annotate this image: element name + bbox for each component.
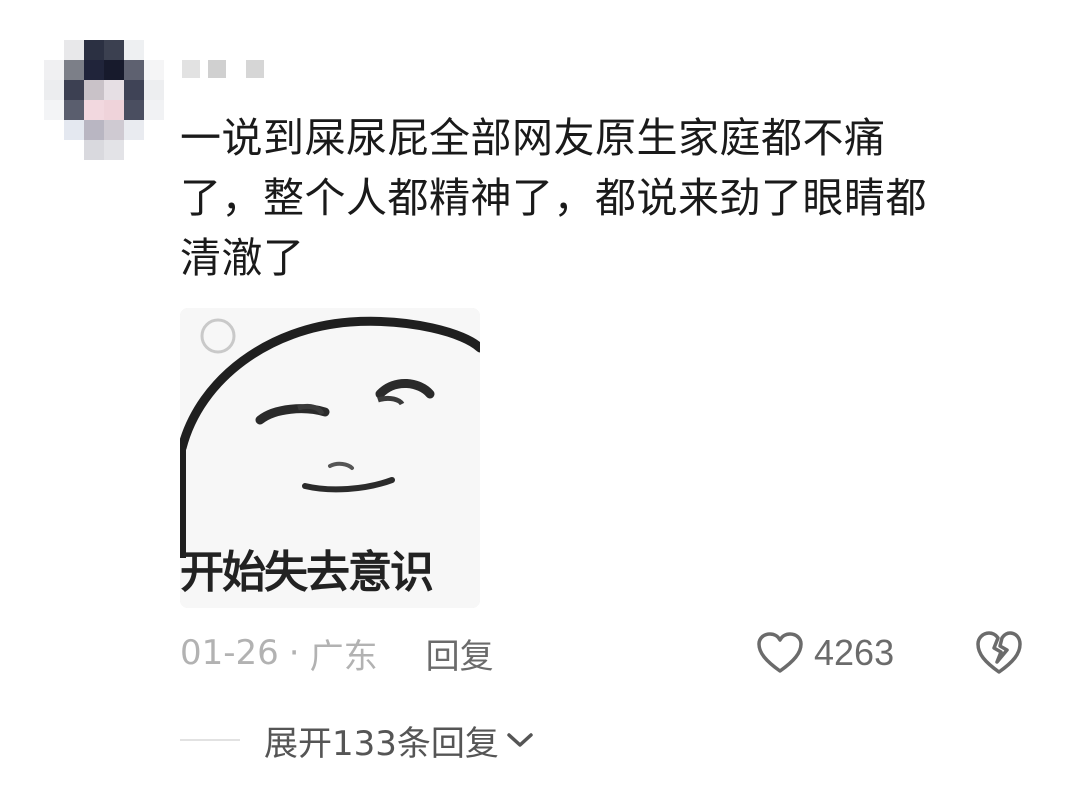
avatar[interactable] [44, 40, 164, 160]
comment-meta: 01-26 · 广东 回复 [180, 629, 494, 678]
comment-location: 广东 [309, 636, 378, 677]
like-button[interactable]: 4263 [756, 628, 894, 678]
expand-replies-button[interactable]: 展开133条回复 [180, 716, 535, 764]
expand-replies-label: 展开133条回复 [264, 723, 499, 764]
broken-heart-icon [976, 631, 1022, 674]
like-count: 4263 [814, 632, 895, 673]
meme-image[interactable]: 开始失去意识 [180, 308, 480, 608]
comment-line: 了，整个人都精神了，都说来劲了眼睛都 [180, 174, 927, 222]
chevron-down-icon [507, 733, 533, 747]
username-pixel [246, 60, 264, 78]
comment-text: 一说到屎尿屁全部网友原生家庭都不痛 了，整个人都精神了，都说来劲了眼睛都 清澈了 [180, 108, 1010, 288]
reply-button[interactable]: 回复 [426, 629, 494, 678]
heart-outline-icon [757, 632, 803, 673]
username-blurred[interactable] [182, 60, 264, 78]
meme-caption: 开始失去意识 [180, 547, 434, 598]
comment-line: 清澈了 [180, 234, 305, 282]
meta-separator: · [288, 633, 300, 673]
username-pixel [182, 60, 200, 78]
comment-date: 01-26 [180, 633, 279, 673]
comment-line: 一说到屎尿屁全部网友原生家庭都不痛 [180, 114, 886, 162]
divider-line [180, 739, 240, 741]
username-pixel [208, 60, 226, 78]
dislike-button[interactable] [974, 628, 1024, 678]
